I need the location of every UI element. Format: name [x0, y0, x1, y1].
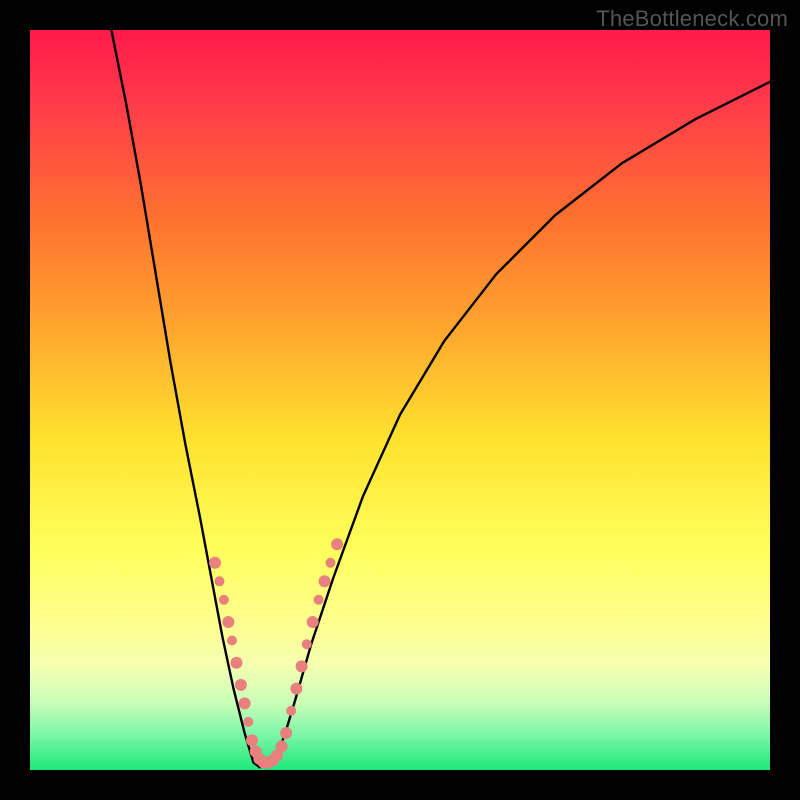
scatter-dot	[286, 706, 296, 716]
scatter-dot	[239, 697, 251, 709]
scatter-dots	[209, 538, 343, 768]
plot-area	[30, 30, 770, 770]
chart-container: TheBottleneck.com	[0, 0, 800, 800]
scatter-dot	[290, 683, 302, 695]
scatter-dot	[307, 616, 319, 628]
scatter-dot	[280, 727, 292, 739]
bottleneck-curve	[111, 30, 770, 767]
scatter-dot	[314, 595, 324, 605]
scatter-dot	[246, 734, 258, 746]
scatter-dot	[302, 639, 312, 649]
scatter-dot	[276, 740, 288, 752]
curve-layer	[30, 30, 770, 770]
scatter-dot	[235, 679, 247, 691]
scatter-dot	[219, 595, 229, 605]
scatter-dot	[325, 558, 335, 568]
scatter-dot	[331, 538, 343, 550]
scatter-dot	[243, 717, 253, 727]
scatter-dot	[319, 575, 331, 587]
scatter-dot	[222, 616, 234, 628]
scatter-dot	[230, 657, 242, 669]
scatter-dot	[209, 557, 221, 569]
scatter-dot	[227, 636, 237, 646]
watermark-text: TheBottleneck.com	[596, 6, 788, 32]
scatter-dot	[296, 660, 308, 672]
scatter-dot	[214, 576, 224, 586]
